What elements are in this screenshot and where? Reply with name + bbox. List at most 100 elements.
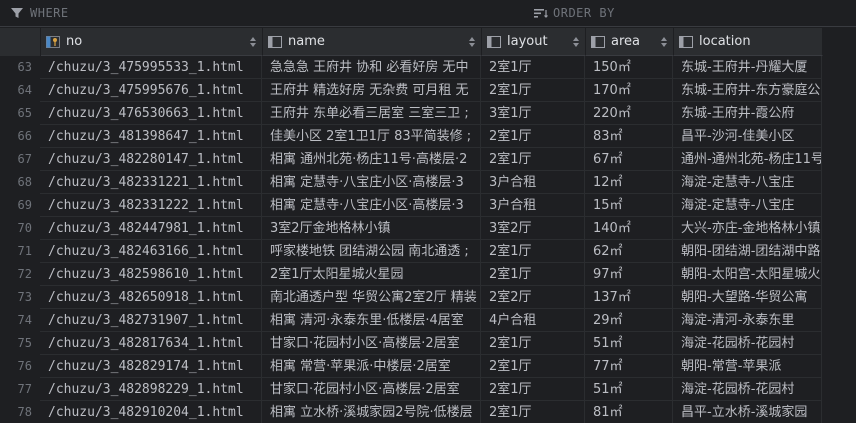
cell-area[interactable]: 15㎡ (585, 194, 673, 217)
cell-name[interactable]: 2室1厅太阳星城火星园 (262, 263, 481, 286)
cell-no[interactable]: /chuzu/3_482898229_1.html (40, 378, 262, 401)
table-row[interactable]: 73/chuzu/3_482650918_1.html 南北通透户型 华贸公寓2室… (0, 286, 856, 309)
cell-area[interactable]: 150㎡ (585, 56, 673, 79)
cell-no[interactable]: /chuzu/3_481398647_1.html (40, 125, 262, 148)
cell-no[interactable]: /chuzu/3_482447981_1.html (40, 217, 262, 240)
cell-layout[interactable]: 2室1厅 (481, 332, 585, 355)
cell-layout[interactable]: 2室1厅 (481, 148, 585, 171)
cell-layout[interactable]: 3户合租 (481, 171, 585, 194)
cell-location[interactable]: 海淀-定慧寺-八宝庄 (673, 171, 822, 194)
table-row[interactable]: 78/chuzu/3_482910204_1.html 相寓 立水桥·溪城家园2号… (0, 401, 856, 423)
cell-area[interactable]: 170㎡ (585, 79, 673, 102)
cell-layout[interactable]: 2室1厅 (481, 355, 585, 378)
sort-arrows-icon[interactable] (469, 36, 475, 48)
cell-no[interactable]: /chuzu/3_482331222_1.html (40, 194, 262, 217)
cell-layout[interactable]: 2室1厅 (481, 240, 585, 263)
cell-name[interactable]: 佳美小区 2室1卫1厅 83平简装修 ; (262, 125, 481, 148)
cell-name[interactable]: 相寓 通州北苑·杨庄11号·高楼层·2 (262, 148, 481, 171)
cell-name[interactable]: 相寓 常营·苹果派·中楼层·2居室 (262, 355, 481, 378)
cell-area[interactable]: 97㎡ (585, 263, 673, 286)
table-row[interactable]: 66/chuzu/3_481398647_1.html 佳美小区 2室1卫1厅 8… (0, 125, 856, 148)
table-row[interactable]: 72/chuzu/3_482598610_1.html 2室1厅太阳星城火星园 2室… (0, 263, 856, 286)
cell-layout[interactable]: 3室2厅 (481, 217, 585, 240)
cell-no[interactable]: /chuzu/3_482280147_1.html (40, 148, 262, 171)
table-row[interactable]: 75/chuzu/3_482817634_1.html 甘家口·花园村小区·高楼层… (0, 332, 856, 355)
column-header-layout[interactable]: layout (482, 28, 586, 56)
cell-location[interactable]: 朝阳-太阳宫-太阳星城火 (673, 263, 822, 286)
cell-layout[interactable]: 2室1厅 (481, 56, 585, 79)
cell-location[interactable]: 海淀-花园桥-花园村 (673, 332, 822, 355)
table-row[interactable]: 64/chuzu/3_475995676_1.html 王府井 精选好房 无杂费 … (0, 79, 856, 102)
where-filter[interactable]: WHERE (10, 0, 69, 26)
cell-location[interactable]: 昌平-立水桥-溪城家园 (673, 401, 822, 423)
cell-area[interactable]: 67㎡ (585, 148, 673, 171)
cell-no[interactable]: /chuzu/3_482598610_1.html (40, 263, 262, 286)
sort-arrows-icon[interactable] (661, 36, 667, 48)
cell-layout[interactable]: 2室2厅 (481, 286, 585, 309)
cell-area[interactable]: 137㎡ (585, 286, 673, 309)
cell-no[interactable]: /chuzu/3_482829174_1.html (40, 355, 262, 378)
cell-name[interactable]: 相寓 立水桥·溪城家园2号院·低楼层 (262, 401, 481, 423)
cell-name[interactable]: 甘家口·花园村小区·高楼层·2居室 (262, 332, 481, 355)
cell-layout[interactable]: 4户合租 (481, 309, 585, 332)
cell-layout[interactable]: 2室1厅 (481, 378, 585, 401)
table-row[interactable]: 65/chuzu/3_476530663_1.html 王府井 东单必看三居室 三… (0, 102, 856, 125)
cell-no[interactable]: /chuzu/3_475995676_1.html (40, 79, 262, 102)
cell-layout[interactable]: 2室1厅 (481, 263, 585, 286)
cell-no[interactable]: /chuzu/3_482650918_1.html (40, 286, 262, 309)
cell-no[interactable]: /chuzu/3_482731907_1.html (40, 309, 262, 332)
cell-name[interactable]: 南北通透户型 华贸公寓2室2厅 精装 (262, 286, 481, 309)
cell-location[interactable]: 海淀-定慧寺-八宝庄 (673, 194, 822, 217)
cell-no[interactable]: /chuzu/3_482463166_1.html (40, 240, 262, 263)
cell-no[interactable]: /chuzu/3_482910204_1.html (40, 401, 262, 423)
cell-area[interactable]: 77㎡ (585, 355, 673, 378)
sort-arrows-icon[interactable] (250, 36, 256, 48)
cell-layout[interactable]: 2室1厅 (481, 401, 585, 423)
cell-layout[interactable]: 3室1厅 (481, 102, 585, 125)
table-row[interactable]: 70/chuzu/3_482447981_1.html 3室2厅金地格林小镇 3室2… (0, 217, 856, 240)
table-row[interactable]: 69/chuzu/3_482331222_1.html 相寓 定慧寺·八宝庄小区·… (0, 194, 856, 217)
column-header-no[interactable]: no (41, 28, 263, 56)
cell-name[interactable]: 相寓 定慧寺·八宝庄小区·高楼层·3 (262, 171, 481, 194)
cell-name[interactable]: 急急急 王府井 协和 必看好房 无中 (262, 56, 481, 79)
cell-no[interactable]: /chuzu/3_482817634_1.html (40, 332, 262, 355)
cell-location[interactable]: 海淀-花园桥-花园村 (673, 378, 822, 401)
cell-name[interactable]: 王府井 精选好房 无杂费 可月租 无 (262, 79, 481, 102)
cell-name[interactable]: 甘家口·花园村小区·高楼层·2居室 (262, 378, 481, 401)
cell-name[interactable]: 相寓 定慧寺·八宝庄小区·高楼层·3 (262, 194, 481, 217)
cell-layout[interactable]: 2室1厅 (481, 125, 585, 148)
table-row[interactable]: 63/chuzu/3_475995533_1.html 急急急 王府井 协和 必看… (0, 56, 856, 79)
cell-location[interactable]: 朝阳-团结湖-团结湖中路 (673, 240, 822, 263)
column-header-area[interactable]: area (586, 28, 674, 56)
cell-name[interactable]: 王府井 东单必看三居室 三室三卫 ; (262, 102, 481, 125)
sort-arrows-icon[interactable] (573, 36, 579, 48)
order-by-filter[interactable]: ORDER BY (533, 0, 615, 26)
cell-area[interactable]: 81㎡ (585, 401, 673, 423)
cell-location[interactable]: 东城-王府井-东方豪庭公 (673, 79, 822, 102)
cell-area[interactable]: 62㎡ (585, 240, 673, 263)
cell-no[interactable]: /chuzu/3_482331221_1.html (40, 171, 262, 194)
cell-name[interactable]: 3室2厅金地格林小镇 (262, 217, 481, 240)
cell-area[interactable]: 140㎡ (585, 217, 673, 240)
column-header-location[interactable]: location (674, 28, 823, 56)
cell-location[interactable]: 昌平-沙河-佳美小区 (673, 125, 822, 148)
table-row[interactable]: 74/chuzu/3_482731907_1.html 相寓 清河·永泰东里·低楼… (0, 309, 856, 332)
cell-layout[interactable]: 3户合租 (481, 194, 585, 217)
cell-area[interactable]: 83㎡ (585, 125, 673, 148)
cell-name[interactable]: 相寓 清河·永泰东里·低楼层·4居室 (262, 309, 481, 332)
cell-no[interactable]: /chuzu/3_476530663_1.html (40, 102, 262, 125)
cell-area[interactable]: 12㎡ (585, 171, 673, 194)
cell-no[interactable]: /chuzu/3_475995533_1.html (40, 56, 262, 79)
cell-location[interactable]: 朝阳-大望路-华贸公寓 (673, 286, 822, 309)
column-header-name[interactable]: name (263, 28, 482, 56)
cell-location[interactable]: 东城-王府井-霞公府 (673, 102, 822, 125)
table-row[interactable]: 76/chuzu/3_482829174_1.html 相寓 常营·苹果派·中楼层… (0, 355, 856, 378)
cell-area[interactable]: 51㎡ (585, 378, 673, 401)
cell-area[interactable]: 29㎡ (585, 309, 673, 332)
cell-location[interactable]: 海淀-清河-永泰东里 (673, 309, 822, 332)
cell-location[interactable]: 朝阳-常营-苹果派 (673, 355, 822, 378)
cell-layout[interactable]: 2室1厅 (481, 79, 585, 102)
cell-location[interactable]: 大兴-亦庄-金地格林小镇 (673, 217, 822, 240)
cell-area[interactable]: 220㎡ (585, 102, 673, 125)
table-row[interactable]: 77/chuzu/3_482898229_1.html 甘家口·花园村小区·高楼层… (0, 378, 856, 401)
